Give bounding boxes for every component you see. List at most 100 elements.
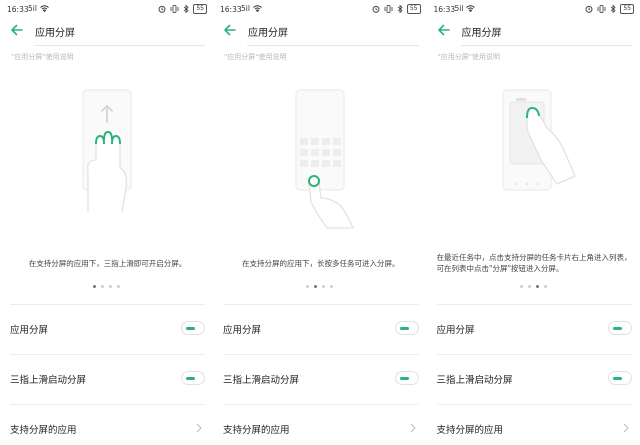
setting-label: 支持分屏的应用 <box>10 425 77 436</box>
setting-label: 三指上滑启动分屏 <box>10 375 87 386</box>
settings-screen-1: 16:33 5il 55 应用分屏 "应用分屏"使用说明 在支持分屏的应用下，三… <box>0 0 213 445</box>
toggle-knob <box>613 377 622 380</box>
setting-row-supported-apps[interactable]: 支持分屏的应用 <box>223 418 419 440</box>
usage-hint: "应用分屏"使用说明 <box>437 53 500 61</box>
battery-indicator: 55 <box>406 4 421 14</box>
setting-row-supported-apps[interactable]: 支持分屏的应用 <box>10 418 205 440</box>
three-finger-toggle[interactable] <box>394 371 419 385</box>
three-finger-toggle[interactable] <box>608 371 632 385</box>
vibrate-icon <box>170 5 179 13</box>
setting-row-supported-apps[interactable]: 支持分屏的应用 <box>437 418 633 440</box>
row-divider <box>436 354 632 355</box>
back-arrow-icon[interactable] <box>223 22 237 38</box>
battery-indicator: 55 <box>620 4 634 14</box>
page-indicator <box>0 285 213 288</box>
page-title: 应用分屏 <box>461 28 502 39</box>
page-dot-active <box>93 285 96 288</box>
row-divider <box>10 354 205 355</box>
toggle-knob <box>186 327 195 330</box>
page-indicator <box>213 285 427 288</box>
row-divider <box>436 404 632 405</box>
setting-row-three-finger[interactable]: 三指上滑启动分屏 <box>223 368 419 390</box>
signal-indicator: 5il <box>454 4 464 13</box>
toggle-knob <box>399 377 409 380</box>
setting-label: 三指上滑启动分屏 <box>436 375 513 386</box>
setting-label: 应用分屏 <box>436 325 475 336</box>
toggle-knob <box>186 377 195 380</box>
battery-indicator: 55 <box>193 4 207 14</box>
alarm-icon <box>585 5 593 13</box>
status-bar: 16:33 5il 55 <box>213 0 427 20</box>
page-title: 应用分屏 <box>35 28 75 39</box>
page-indicator <box>427 285 640 288</box>
usage-hint: "应用分屏"使用说明 <box>11 53 74 61</box>
vibrate-icon <box>597 5 606 13</box>
status-time: 16:33 <box>433 5 456 14</box>
row-divider <box>10 404 205 405</box>
bluetooth-icon <box>184 5 189 13</box>
section-divider <box>223 304 419 305</box>
setting-label: 三指上滑启动分屏 <box>223 375 300 386</box>
wifi-icon <box>253 5 262 12</box>
row-divider <box>223 354 419 355</box>
back-arrow-icon[interactable] <box>10 22 24 38</box>
description-text: 在支持分屏的应用下，长按多任务可进入分屏。 <box>242 259 400 268</box>
alarm-icon <box>372 5 380 13</box>
page-title: 应用分屏 <box>248 28 288 39</box>
app-bar: 应用分屏 <box>427 20 640 42</box>
alarm-icon <box>158 5 166 13</box>
page-dot <box>109 285 112 288</box>
wifi-icon <box>466 5 476 12</box>
setting-label: 应用分屏 <box>10 325 49 336</box>
split-screen-toggle[interactable] <box>181 321 205 335</box>
toggle-knob <box>613 327 622 330</box>
page-dot <box>519 285 523 288</box>
status-bar: 16:33 5il 55 <box>427 0 640 20</box>
split-screen-toggle[interactable] <box>608 321 632 335</box>
setting-row-split-screen[interactable]: 应用分屏 <box>223 318 419 340</box>
page-dot <box>306 285 310 288</box>
page-dot <box>101 285 104 288</box>
chevron-right-icon <box>410 423 416 433</box>
page-dot <box>330 285 334 288</box>
signal-indicator: 5il <box>28 4 37 13</box>
setting-row-three-finger[interactable]: 三指上滑启动分屏 <box>10 368 205 390</box>
back-arrow-icon[interactable] <box>437 22 451 38</box>
setting-label: 支持分屏的应用 <box>436 425 504 436</box>
section-divider <box>436 304 632 305</box>
page-dot-active <box>535 285 539 288</box>
page-dot <box>543 285 547 288</box>
screenshots-row: 16:33 5il 55 应用分屏 "应用分屏"使用说明 在支持分屏的应用下，三… <box>0 0 640 445</box>
status-time: 16:33 <box>220 5 242 14</box>
chevron-right-icon <box>623 423 629 433</box>
settings-screen-3: 16:33 5il 55 应用分屏 "应用分屏"使用说明 在最近任务中，点击支持… <box>426 0 640 445</box>
split-screen-toggle[interactable] <box>394 321 419 335</box>
usage-hint: "应用分屏"使用说明 <box>224 53 287 61</box>
app-bar: 应用分屏 <box>0 20 213 42</box>
page-dot <box>322 285 326 288</box>
section-divider <box>10 304 205 305</box>
status-time: 16:33 <box>7 5 29 14</box>
signal-indicator: 5il <box>241 4 250 13</box>
header-divider <box>460 45 632 46</box>
app-bar: 应用分屏 <box>213 20 427 42</box>
recent-tasks-card-illustration <box>501 89 576 191</box>
vibrate-icon <box>384 5 393 13</box>
header-divider <box>247 45 419 46</box>
toggle-knob <box>399 327 409 330</box>
page-dot-active <box>314 285 318 288</box>
settings-screen-2: 16:33 5il 55 应用分屏 "应用分屏"使用说明 在支持分屏的应用下，长… <box>213 0 427 445</box>
description-text: 在支持分屏的应用下，三指上滑即可开启分屏。 <box>28 259 187 268</box>
description-text: 在最近任务中，点击支持分屏的任务卡片右上角进入列表，可在列表中点击"分屏"按钮进… <box>436 253 632 273</box>
bluetooth-icon <box>397 5 403 13</box>
page-dot <box>527 285 531 288</box>
bluetooth-icon <box>611 5 616 13</box>
setting-row-split-screen[interactable]: 应用分屏 <box>10 318 205 340</box>
three-finger-toggle[interactable] <box>181 371 205 385</box>
chevron-right-icon <box>196 423 202 433</box>
setting-row-split-screen[interactable]: 应用分屏 <box>436 318 632 340</box>
setting-row-three-finger[interactable]: 三指上滑启动分屏 <box>436 368 632 390</box>
wifi-icon <box>40 5 49 12</box>
setting-label: 支持分屏的应用 <box>223 425 290 436</box>
status-bar: 16:33 5il 55 <box>0 0 213 20</box>
